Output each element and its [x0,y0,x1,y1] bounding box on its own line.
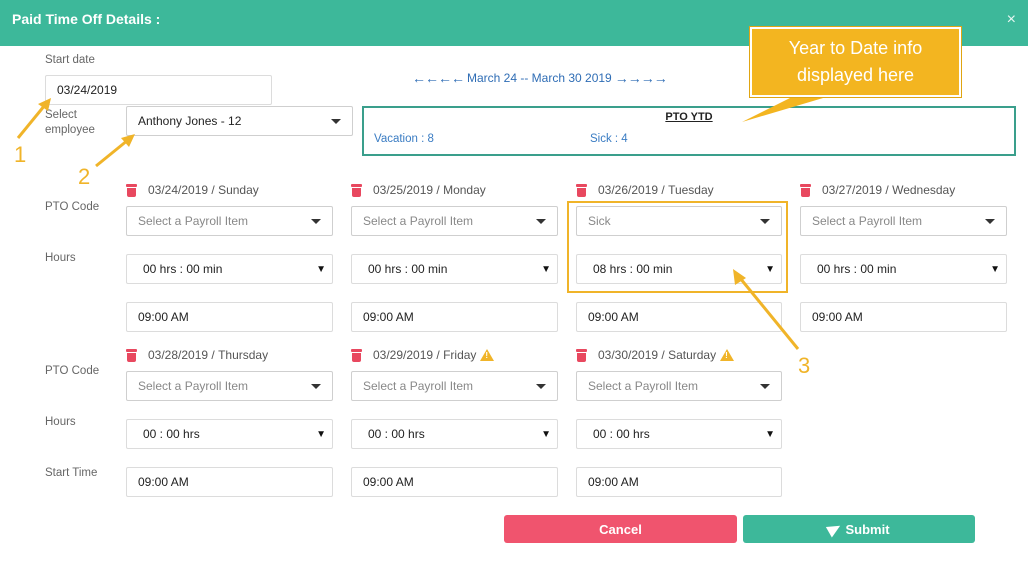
pto-details-dialog: Paid Time Off Details : × Start date 03/… [0,0,1028,561]
annotation-number: 3 [798,353,811,378]
annotation-number: 1 [14,142,27,167]
annotation-arrow [95,138,129,168]
callout-tail [742,93,840,122]
annotation-arrow [16,104,47,139]
callout-text: Year to Date info displayed here [788,38,923,85]
annotation-number: 2 [78,164,91,189]
ytd-callout: Year to Date info displayed here [750,27,961,97]
annotation-arrow [738,277,800,350]
